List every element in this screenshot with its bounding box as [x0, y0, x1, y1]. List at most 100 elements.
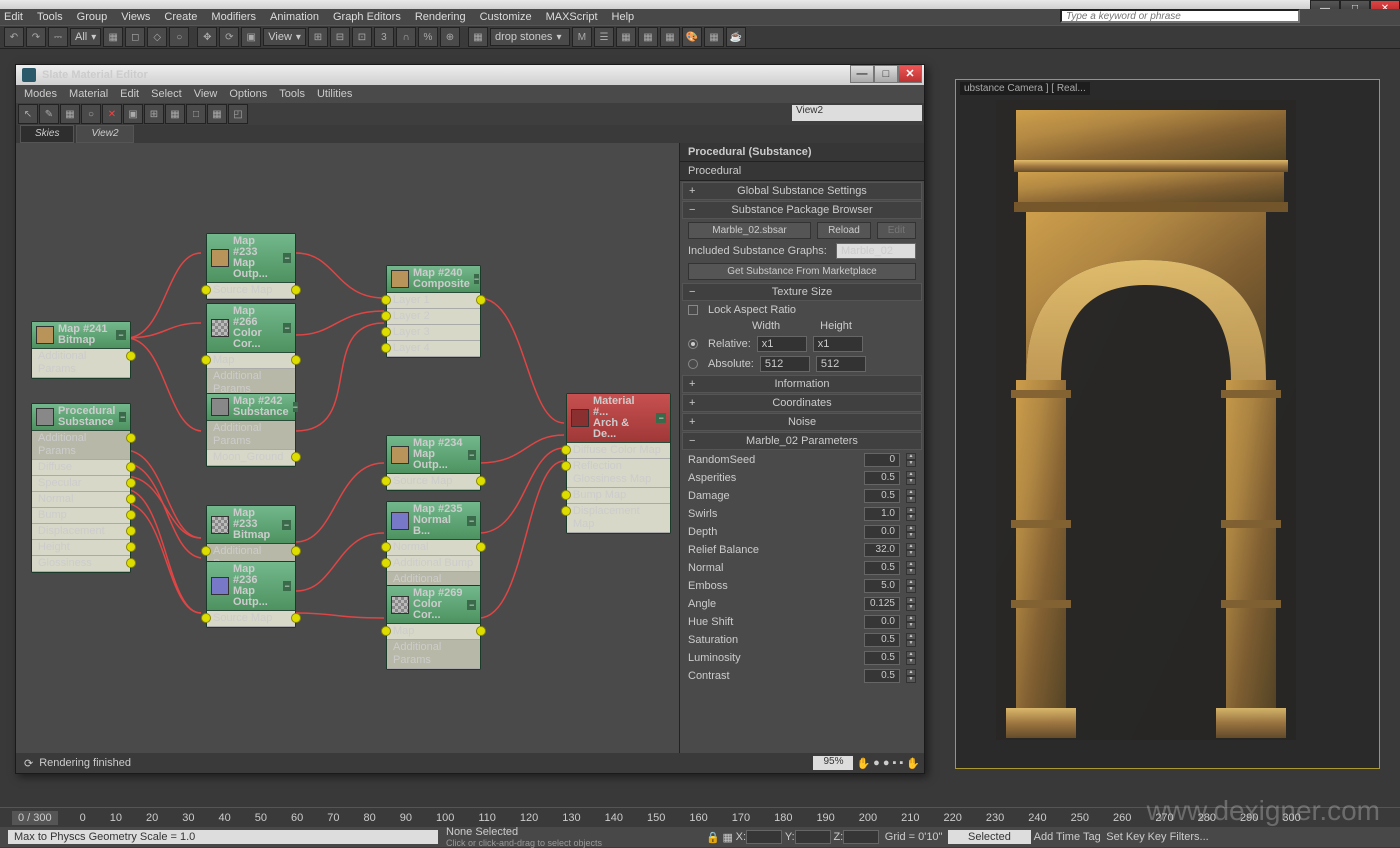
slate-menu-material[interactable]: Material: [69, 88, 108, 100]
edit-button[interactable]: Edit: [877, 222, 916, 239]
graphs-dropdown[interactable]: Marble_02: [836, 243, 916, 259]
node-procedural-substance[interactable]: ProceduralSubstance− Additional Params D…: [31, 403, 131, 573]
width-abs-dropdown[interactable]: 512: [760, 356, 810, 372]
render-icon[interactable]: 🎨: [682, 27, 702, 47]
tool-icon[interactable]: ▦: [638, 27, 658, 47]
hand-icon[interactable]: ✋: [906, 757, 920, 770]
tool-icon[interactable]: ○: [81, 104, 101, 124]
tool-icon[interactable]: 3: [374, 27, 394, 47]
param-spinner[interactable]: 0.0: [864, 525, 900, 539]
rotate-icon[interactable]: ⟳: [219, 27, 239, 47]
tool-icon[interactable]: ✎: [39, 104, 59, 124]
menu-graph-editors[interactable]: Graph Editors: [333, 11, 401, 23]
menu-views[interactable]: Views: [121, 11, 150, 23]
search-input[interactable]: [1060, 9, 1300, 23]
tool-icon[interactable]: ◻: [125, 27, 145, 47]
tool-icon[interactable]: ⊡: [352, 27, 372, 47]
menu-edit[interactable]: Edit: [4, 11, 23, 23]
spinner-buttons[interactable]: ▲▼: [906, 543, 916, 557]
slate-menu-options[interactable]: Options: [229, 88, 267, 100]
node-map-240[interactable]: Map #240Composite− Layer 1 Layer 2 Layer…: [386, 265, 481, 358]
viewport[interactable]: ubstance Camera ] [ Real...: [955, 79, 1380, 769]
section-coord[interactable]: +Coordinates: [682, 394, 922, 412]
spinner-buttons[interactable]: ▲▼: [906, 561, 916, 575]
param-spinner[interactable]: 0.5: [864, 669, 900, 683]
relative-radio[interactable]: [688, 339, 698, 349]
width-rel-dropdown[interactable]: x1: [757, 336, 807, 352]
coord-icon[interactable]: ▦: [722, 831, 732, 844]
tool-icon[interactable]: ▦: [468, 27, 488, 47]
param-spinner[interactable]: 0.5: [864, 561, 900, 575]
pan-icon[interactable]: ✋: [856, 757, 870, 770]
refresh-icon[interactable]: ⟳: [24, 757, 33, 770]
node-material-arch[interactable]: Material #...Arch & De...− Diffuse Color…: [566, 393, 671, 534]
keyfilters-button[interactable]: Key Filters...: [1148, 831, 1209, 843]
menu-maxscript[interactable]: MAXScript: [546, 11, 598, 23]
menu-group[interactable]: Group: [77, 11, 108, 23]
lock-icon[interactable]: 🔒: [706, 831, 720, 844]
node-map-242[interactable]: Map #242Substance− Additional Params Moo…: [206, 393, 296, 467]
node-graph[interactable]: Map #241Bitmap− Additional Params Proced…: [16, 143, 679, 753]
scale-icon[interactable]: ▣: [241, 27, 261, 47]
spinner-buttons[interactable]: ▲▼: [906, 579, 916, 593]
sq-icon[interactable]: ▪: [892, 757, 896, 769]
spinner-buttons[interactable]: ▲▼: [906, 453, 916, 467]
menu-help[interactable]: Help: [612, 11, 635, 23]
slate-menu-select[interactable]: Select: [151, 88, 182, 100]
delete-icon[interactable]: ✕: [102, 104, 122, 124]
spinner-buttons[interactable]: ▲▼: [906, 633, 916, 647]
param-spinner[interactable]: 0.5: [864, 633, 900, 647]
tool-icon[interactable]: ▦: [704, 27, 724, 47]
section-texsize[interactable]: −Texture Size: [682, 283, 922, 301]
tool-icon[interactable]: ↖: [18, 104, 38, 124]
tool-icon[interactable]: □: [186, 104, 206, 124]
tool-icon[interactable]: ▦: [60, 104, 80, 124]
sq-icon[interactable]: ▪: [899, 757, 903, 769]
cir-icon[interactable]: ●: [873, 757, 880, 769]
spinner-buttons[interactable]: ▲▼: [906, 651, 916, 665]
tool-icon[interactable]: ◰: [228, 104, 248, 124]
node-row[interactable]: Additional Params: [32, 349, 130, 378]
menu-animation[interactable]: Animation: [270, 11, 319, 23]
param-spinner[interactable]: 0.125: [864, 597, 900, 611]
section-info[interactable]: +Information: [682, 375, 922, 393]
node-map-234[interactable]: Map #234Map Outp...− Source Map: [386, 435, 481, 491]
tool-icon[interactable]: ⊞: [308, 27, 328, 47]
tool-icon[interactable]: ▦: [165, 104, 185, 124]
zoom-field[interactable]: 95%: [813, 756, 853, 770]
tool-icon[interactable]: M: [572, 27, 592, 47]
node-map-233-outp[interactable]: Map #233Map Outp...− Source Map: [206, 233, 296, 300]
filter-dropdown[interactable]: All ▾: [70, 28, 101, 46]
section-global[interactable]: +Global Substance Settings: [682, 182, 922, 200]
slate-menu-tools[interactable]: Tools: [279, 88, 305, 100]
y-field[interactable]: [795, 830, 831, 844]
section-noise[interactable]: +Noise: [682, 413, 922, 431]
spinner-buttons[interactable]: ▲▼: [906, 615, 916, 629]
tool-icon[interactable]: ⊟: [330, 27, 350, 47]
section-browser[interactable]: −Substance Package Browser: [682, 201, 922, 219]
spinner-buttons[interactable]: ▲▼: [906, 471, 916, 485]
teapot-icon[interactable]: ☕: [726, 27, 746, 47]
spinner-buttons[interactable]: ▲▼: [906, 507, 916, 521]
absolute-radio[interactable]: [688, 359, 698, 369]
spinner-buttons[interactable]: ▲▼: [906, 489, 916, 503]
menu-customize[interactable]: Customize: [480, 11, 532, 23]
move-icon[interactable]: ✥: [197, 27, 217, 47]
menu-create[interactable]: Create: [164, 11, 197, 23]
node-bitmap-241[interactable]: Map #241Bitmap− Additional Params: [31, 321, 131, 379]
tool-icon[interactable]: ▦: [103, 27, 123, 47]
node-map-236[interactable]: Map #236Map Outp...− Source Map: [206, 561, 296, 628]
tool-icon[interactable]: ◇: [147, 27, 167, 47]
slate-maximize-button[interactable]: □: [874, 65, 898, 83]
marketplace-button[interactable]: Get Substance From Marketplace: [688, 263, 916, 280]
param-spinner[interactable]: 0: [864, 453, 900, 467]
slate-menu-edit[interactable]: Edit: [120, 88, 139, 100]
slate-menu-utilities[interactable]: Utilities: [317, 88, 352, 100]
reload-button[interactable]: Reload: [817, 222, 871, 239]
tool-icon[interactable]: ⊞: [144, 104, 164, 124]
tool-icon[interactable]: ○: [169, 27, 189, 47]
slate-close-button[interactable]: ✕: [898, 65, 922, 83]
view-dropdown[interactable]: View2: [792, 105, 922, 121]
param-spinner[interactable]: 1.0: [864, 507, 900, 521]
time-tag[interactable]: Add Time Tag: [1034, 831, 1101, 843]
